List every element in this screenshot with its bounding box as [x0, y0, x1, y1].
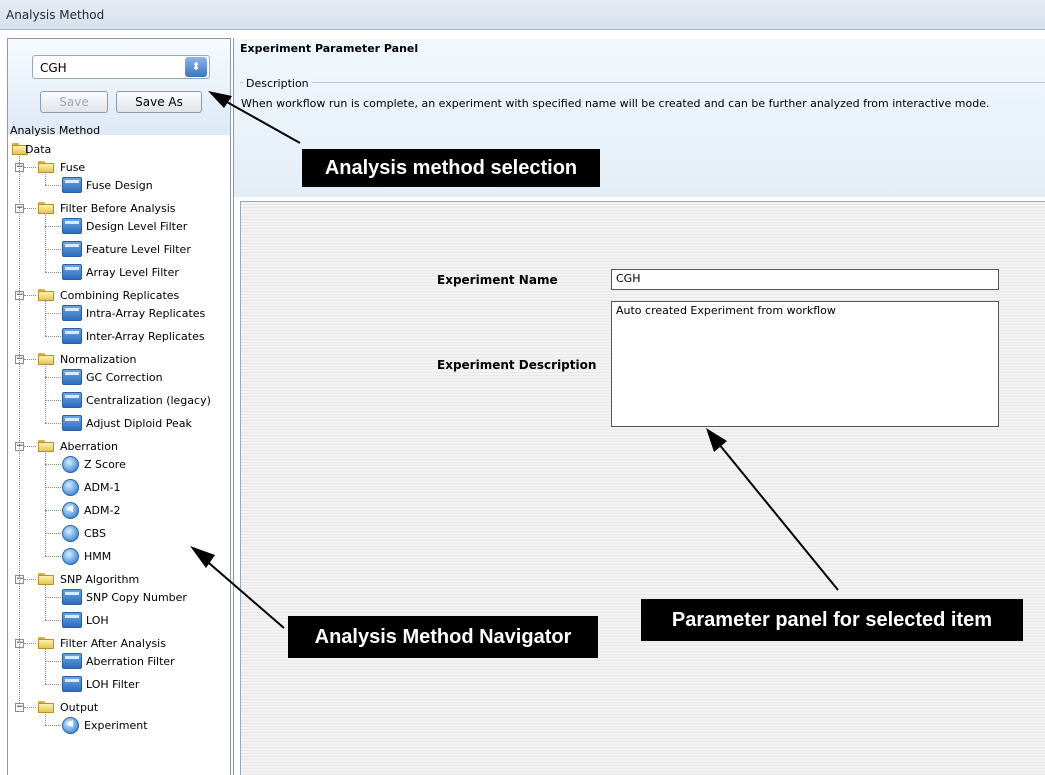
- callout-analysis-method-selection: Analysis method selection: [302, 149, 600, 187]
- arrow-to-selector: [217, 96, 301, 144]
- callout-arrows: [190, 91, 839, 629]
- arrowhead-panel: [706, 428, 727, 452]
- arrowhead-selector: [208, 91, 232, 108]
- arrow-to-navigator: [201, 556, 285, 629]
- callout-parameter-panel: Parameter panel for selected item: [641, 599, 1023, 641]
- callout-analysis-method-navigator: Analysis Method Navigator: [288, 616, 598, 658]
- arrow-to-panel: [713, 437, 839, 591]
